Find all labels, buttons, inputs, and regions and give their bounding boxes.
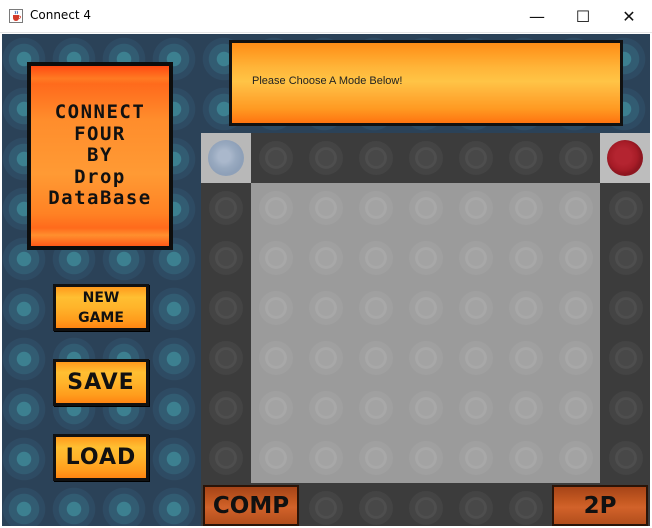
frame-hole: [509, 141, 543, 175]
board-slot[interactable]: [559, 441, 593, 475]
frame-hole: [309, 141, 343, 175]
blue-piece-selector[interactable]: [201, 133, 251, 183]
board-slot[interactable]: [309, 391, 343, 425]
frame-hole: [209, 441, 243, 475]
board-slot[interactable]: [409, 291, 443, 325]
board-slot[interactable]: [259, 291, 293, 325]
logo-line: CONNECT: [54, 101, 146, 124]
java-cup-icon: [9, 9, 23, 23]
frame-hole: [609, 241, 643, 275]
title-bar: Connect 4 — ☐ ✕: [0, 0, 652, 33]
board-slot[interactable]: [309, 341, 343, 375]
frame-hole: [609, 341, 643, 375]
board-slot[interactable]: [359, 441, 393, 475]
board-slot[interactable]: [459, 191, 493, 225]
minimize-button[interactable]: —: [514, 0, 560, 33]
board-slot[interactable]: [409, 341, 443, 375]
blue-piece: [208, 140, 244, 176]
board-slot[interactable]: [259, 341, 293, 375]
frame-hole: [209, 191, 243, 225]
frame-hole: [459, 491, 493, 525]
frame-hole: [359, 141, 393, 175]
board-slot[interactable]: [359, 391, 393, 425]
board-slot[interactable]: [359, 341, 393, 375]
load-button[interactable]: LOAD: [53, 434, 149, 481]
board-slot[interactable]: [559, 241, 593, 275]
window-title: Connect 4: [30, 8, 92, 22]
board-slot[interactable]: [309, 441, 343, 475]
board-slot[interactable]: [359, 291, 393, 325]
logo-line: Drop: [74, 165, 126, 188]
board-slot[interactable]: [409, 241, 443, 275]
frame-hole: [359, 491, 393, 525]
board-slot[interactable]: [509, 241, 543, 275]
board-slot[interactable]: [409, 391, 443, 425]
board-slot[interactable]: [259, 191, 293, 225]
board-slot[interactable]: [459, 341, 493, 375]
board-slot[interactable]: [359, 191, 393, 225]
frame-hole: [409, 491, 443, 525]
board-slot[interactable]: [309, 241, 343, 275]
red-piece-selector[interactable]: [600, 133, 650, 183]
close-icon: ✕: [622, 7, 636, 26]
maximize-icon: ☐: [575, 7, 591, 26]
red-piece: [607, 140, 643, 176]
board-slot[interactable]: [559, 291, 593, 325]
frame-hole: [259, 141, 293, 175]
frame-hole: [559, 141, 593, 175]
board-slot[interactable]: [509, 191, 543, 225]
board-slot[interactable]: [559, 191, 593, 225]
board-slot[interactable]: [459, 241, 493, 275]
new-game-label: GAME: [78, 309, 124, 326]
maximize-button[interactable]: ☐: [560, 0, 606, 33]
board-slot[interactable]: [459, 441, 493, 475]
game-board[interactable]: [201, 133, 650, 526]
new-game-button[interactable]: NEW GAME: [53, 284, 149, 331]
frame-hole: [209, 391, 243, 425]
frame-hole: [509, 491, 543, 525]
board-slot[interactable]: [459, 291, 493, 325]
new-game-label: NEW: [82, 289, 120, 306]
frame-hole: [409, 141, 443, 175]
frame-hole: [609, 291, 643, 325]
save-button[interactable]: SAVE: [53, 359, 149, 406]
frame-hole: [609, 391, 643, 425]
status-message: Please Choose A Mode Below!: [252, 75, 403, 87]
board-slot[interactable]: [409, 191, 443, 225]
board-slot[interactable]: [509, 291, 543, 325]
comp-mode-button[interactable]: COMP: [203, 485, 299, 526]
frame-hole: [309, 491, 343, 525]
board-slot[interactable]: [259, 441, 293, 475]
logo-line: DataBase: [48, 187, 152, 210]
board-slot[interactable]: [359, 241, 393, 275]
board-slot[interactable]: [309, 291, 343, 325]
board-slot[interactable]: [459, 391, 493, 425]
logo-line: FOUR: [74, 122, 126, 145]
message-panel: Please Choose A Mode Below!: [229, 40, 623, 126]
frame-hole: [209, 241, 243, 275]
board-slot[interactable]: [309, 191, 343, 225]
board-slot[interactable]: [559, 391, 593, 425]
board-slot[interactable]: [509, 441, 543, 475]
close-button[interactable]: ✕: [606, 0, 652, 33]
frame-hole: [209, 341, 243, 375]
board-slot[interactable]: [509, 391, 543, 425]
board-slot[interactable]: [559, 341, 593, 375]
playing-field[interactable]: [251, 183, 600, 483]
two-player-mode-button[interactable]: 2P: [552, 485, 648, 526]
minimize-icon: —: [529, 7, 545, 26]
game-logo: CONNECT FOUR BY Drop DataBase: [27, 62, 173, 250]
frame-hole: [209, 291, 243, 325]
logo-line: BY: [87, 144, 113, 167]
frame-hole: [459, 141, 493, 175]
frame-hole: [609, 191, 643, 225]
board-slot[interactable]: [409, 441, 443, 475]
board-slot[interactable]: [509, 341, 543, 375]
game-area: CONNECT FOUR BY Drop DataBase NEW GAME S…: [2, 34, 650, 526]
board-slot[interactable]: [259, 241, 293, 275]
frame-hole: [609, 441, 643, 475]
board-slot[interactable]: [259, 391, 293, 425]
